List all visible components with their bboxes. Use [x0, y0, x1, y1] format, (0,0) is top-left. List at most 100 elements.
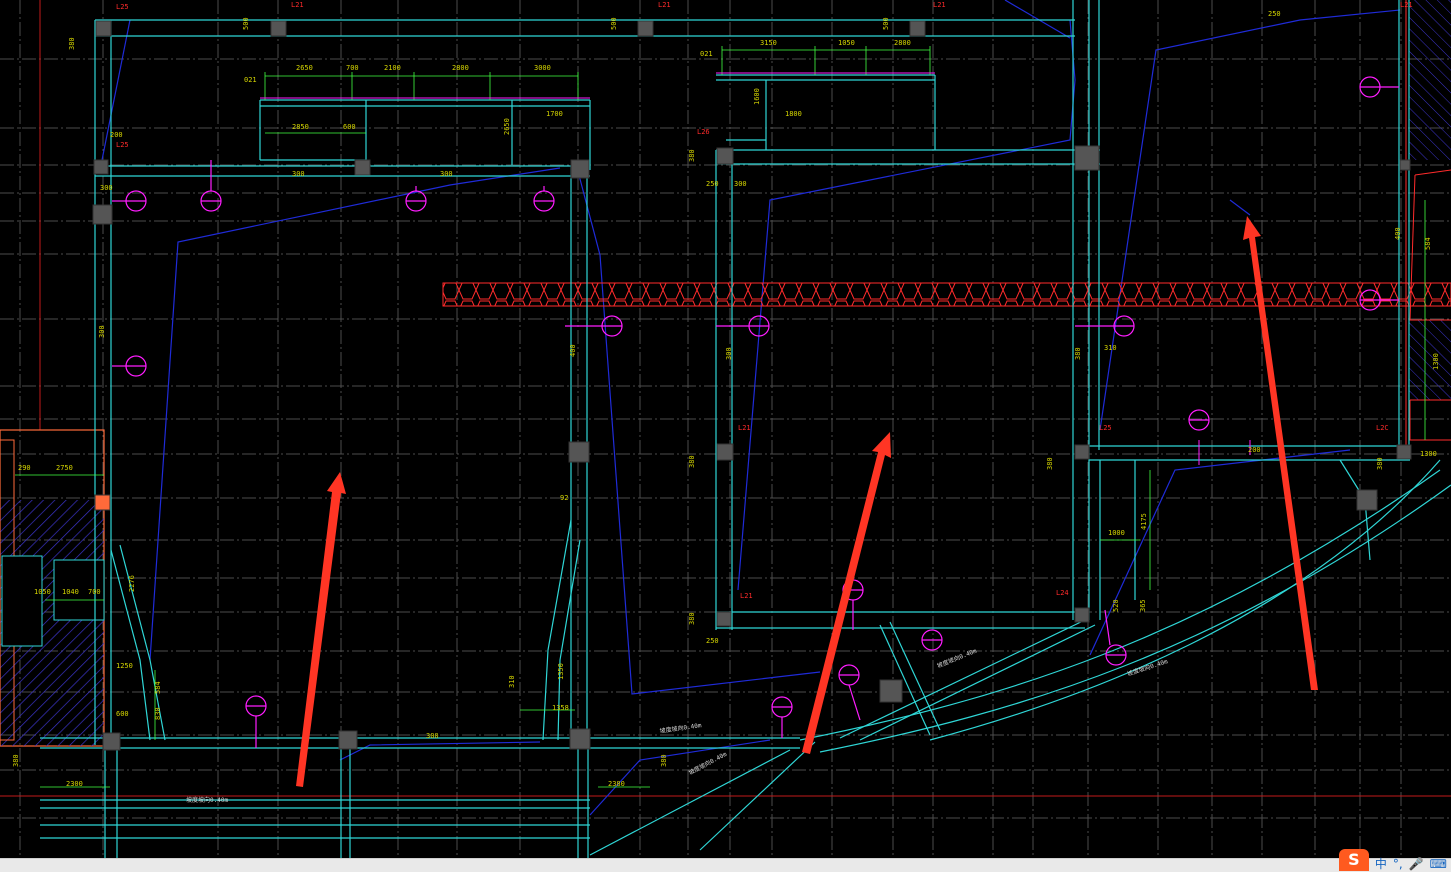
dim-text: 1350: [557, 663, 565, 680]
dim-text: 380: [1376, 457, 1384, 470]
dim-text: 830: [154, 707, 162, 720]
punctuation-toggle[interactable]: °,: [1393, 858, 1403, 871]
dim-text: 1358: [552, 704, 569, 712]
dim-text: 1600: [753, 88, 761, 105]
cad-drawing-svg[interactable]: L25 L21 L21 L21 L25 L26 L21 L21 L25 L2C …: [0, 0, 1451, 858]
dimension-texts: 2650 700 2100 2800 3000 2850 600 3150 10…: [12, 10, 1440, 788]
dim-text: 2650: [296, 64, 313, 72]
dim-text: 1050: [838, 39, 855, 47]
dim-text: 1000: [1108, 529, 1125, 537]
axis-tag: L21: [658, 1, 671, 9]
dim-text: 200: [1248, 446, 1261, 454]
dim-text: 1250: [116, 662, 133, 670]
dim-text: 600: [116, 710, 129, 718]
axis-tag: L21: [740, 592, 753, 600]
dim-text: 021: [244, 76, 257, 84]
dim-text: 300: [98, 325, 106, 338]
dim-text: 021: [700, 50, 713, 58]
sogou-logo-icon[interactable]: S: [1338, 849, 1369, 871]
axis-tag: L21: [1400, 1, 1413, 9]
dim-text: 500: [882, 17, 890, 30]
dim-text: 1800: [785, 110, 802, 118]
dim-text: 380: [660, 754, 668, 767]
slope-label: 坡度坡向0.40m: [687, 750, 728, 777]
dim-text: 250: [1268, 10, 1281, 18]
dim-text: 300: [100, 184, 113, 192]
cad-drawing-canvas[interactable]: L25 L21 L21 L21 L25 L26 L21 L21 L25 L2C …: [0, 0, 1451, 858]
slope-label: 坡度坡向0.40m: [936, 647, 978, 670]
annotation-arrow: [802, 432, 891, 754]
dim-text: 310: [508, 675, 516, 688]
dim-text: 400: [569, 344, 577, 357]
axis-tag: L25: [1099, 424, 1112, 432]
dim-text: 250: [706, 637, 719, 645]
dim-text: 1700: [546, 110, 563, 118]
hatched-band: [442, 282, 1451, 307]
dim-text: 520: [1112, 599, 1120, 612]
dim-text: 1040: [62, 588, 79, 596]
dim-text: 500: [242, 17, 250, 30]
dim-text: 250: [706, 180, 719, 188]
dim-text: 3000: [534, 64, 551, 72]
dim-text: 2850: [292, 123, 309, 131]
slope-labels: 坡度坡向0.40m 坡度坡向0.40m 坡度坡向0.40m 坡度坡向0.40m …: [186, 647, 1169, 804]
dim-text: 380: [688, 455, 696, 468]
dim-text: 2276: [128, 575, 136, 592]
dim-text: 380: [12, 754, 20, 767]
dim-text: 400: [1394, 227, 1402, 240]
magenta-lines: [260, 72, 1251, 465]
dim-text: 300: [725, 347, 733, 360]
dim-text: 2300: [66, 780, 83, 788]
dim-text: 1300: [1432, 353, 1440, 370]
dim-text: 584: [1424, 237, 1432, 250]
dim-text: 380: [68, 37, 76, 50]
slope-label: 坡度坡向0.40m: [186, 796, 228, 804]
slope-label: 坡度坡向0.40m: [659, 721, 702, 735]
dim-text: 2800: [452, 64, 469, 72]
dim-text: 380: [1046, 457, 1054, 470]
axis-tag: L21: [933, 1, 946, 9]
dim-text: 1300: [1420, 450, 1437, 458]
dim-text: 92: [560, 494, 568, 502]
dim-text: 2650: [503, 118, 511, 135]
dim-text: 2380: [608, 780, 625, 788]
axis-tag: L26: [697, 128, 710, 136]
dim-text: 380: [688, 149, 696, 162]
axis-tag: L24: [1056, 589, 1069, 597]
dim-text: 4175: [1140, 513, 1148, 530]
axis-tag: L2C: [1376, 424, 1389, 432]
dim-text: 310: [1104, 344, 1117, 352]
slope-label: 坡度坡向0.40m: [1126, 657, 1169, 678]
dim-text: 2750: [56, 464, 73, 472]
dim-text: 3150: [760, 39, 777, 47]
dim-text: 584: [154, 681, 162, 694]
dim-text: 365: [1139, 599, 1147, 612]
dim-text: 300: [292, 170, 305, 178]
axis-tag: L25: [116, 141, 129, 149]
dim-text: 1050: [34, 588, 51, 596]
keyboard-icon[interactable]: ⌨: [1430, 858, 1447, 871]
dim-text: 380: [1074, 347, 1082, 360]
microphone-icon[interactable]: 🎤: [1409, 858, 1424, 871]
dim-text: 500: [610, 17, 618, 30]
dim-text: 700: [88, 588, 101, 596]
section-markers: [112, 76, 1399, 748]
axis-tag: L25: [116, 3, 129, 11]
dim-text: 300: [440, 170, 453, 178]
taskbar: [0, 858, 1451, 872]
dim-text: 380: [688, 612, 696, 625]
dim-text: 290: [18, 464, 31, 472]
dim-text: 600: [343, 123, 356, 131]
axis-tag: L21: [738, 424, 751, 432]
grid-lines: [0, 0, 1451, 858]
dim-text: 300: [734, 180, 747, 188]
dim-text: 2800: [894, 39, 911, 47]
dim-text: 700: [346, 64, 359, 72]
ime-toolbar[interactable]: S 中 °, 🎤 ⌨: [1338, 849, 1451, 871]
right-hatched-strip: [1405, 0, 1451, 460]
ime-mode-toggle[interactable]: 中: [1375, 858, 1387, 871]
dim-text: 300: [426, 732, 439, 740]
dim-text: 200: [110, 131, 123, 139]
axis-tag: L21: [291, 1, 304, 9]
dim-text: 2100: [384, 64, 401, 72]
